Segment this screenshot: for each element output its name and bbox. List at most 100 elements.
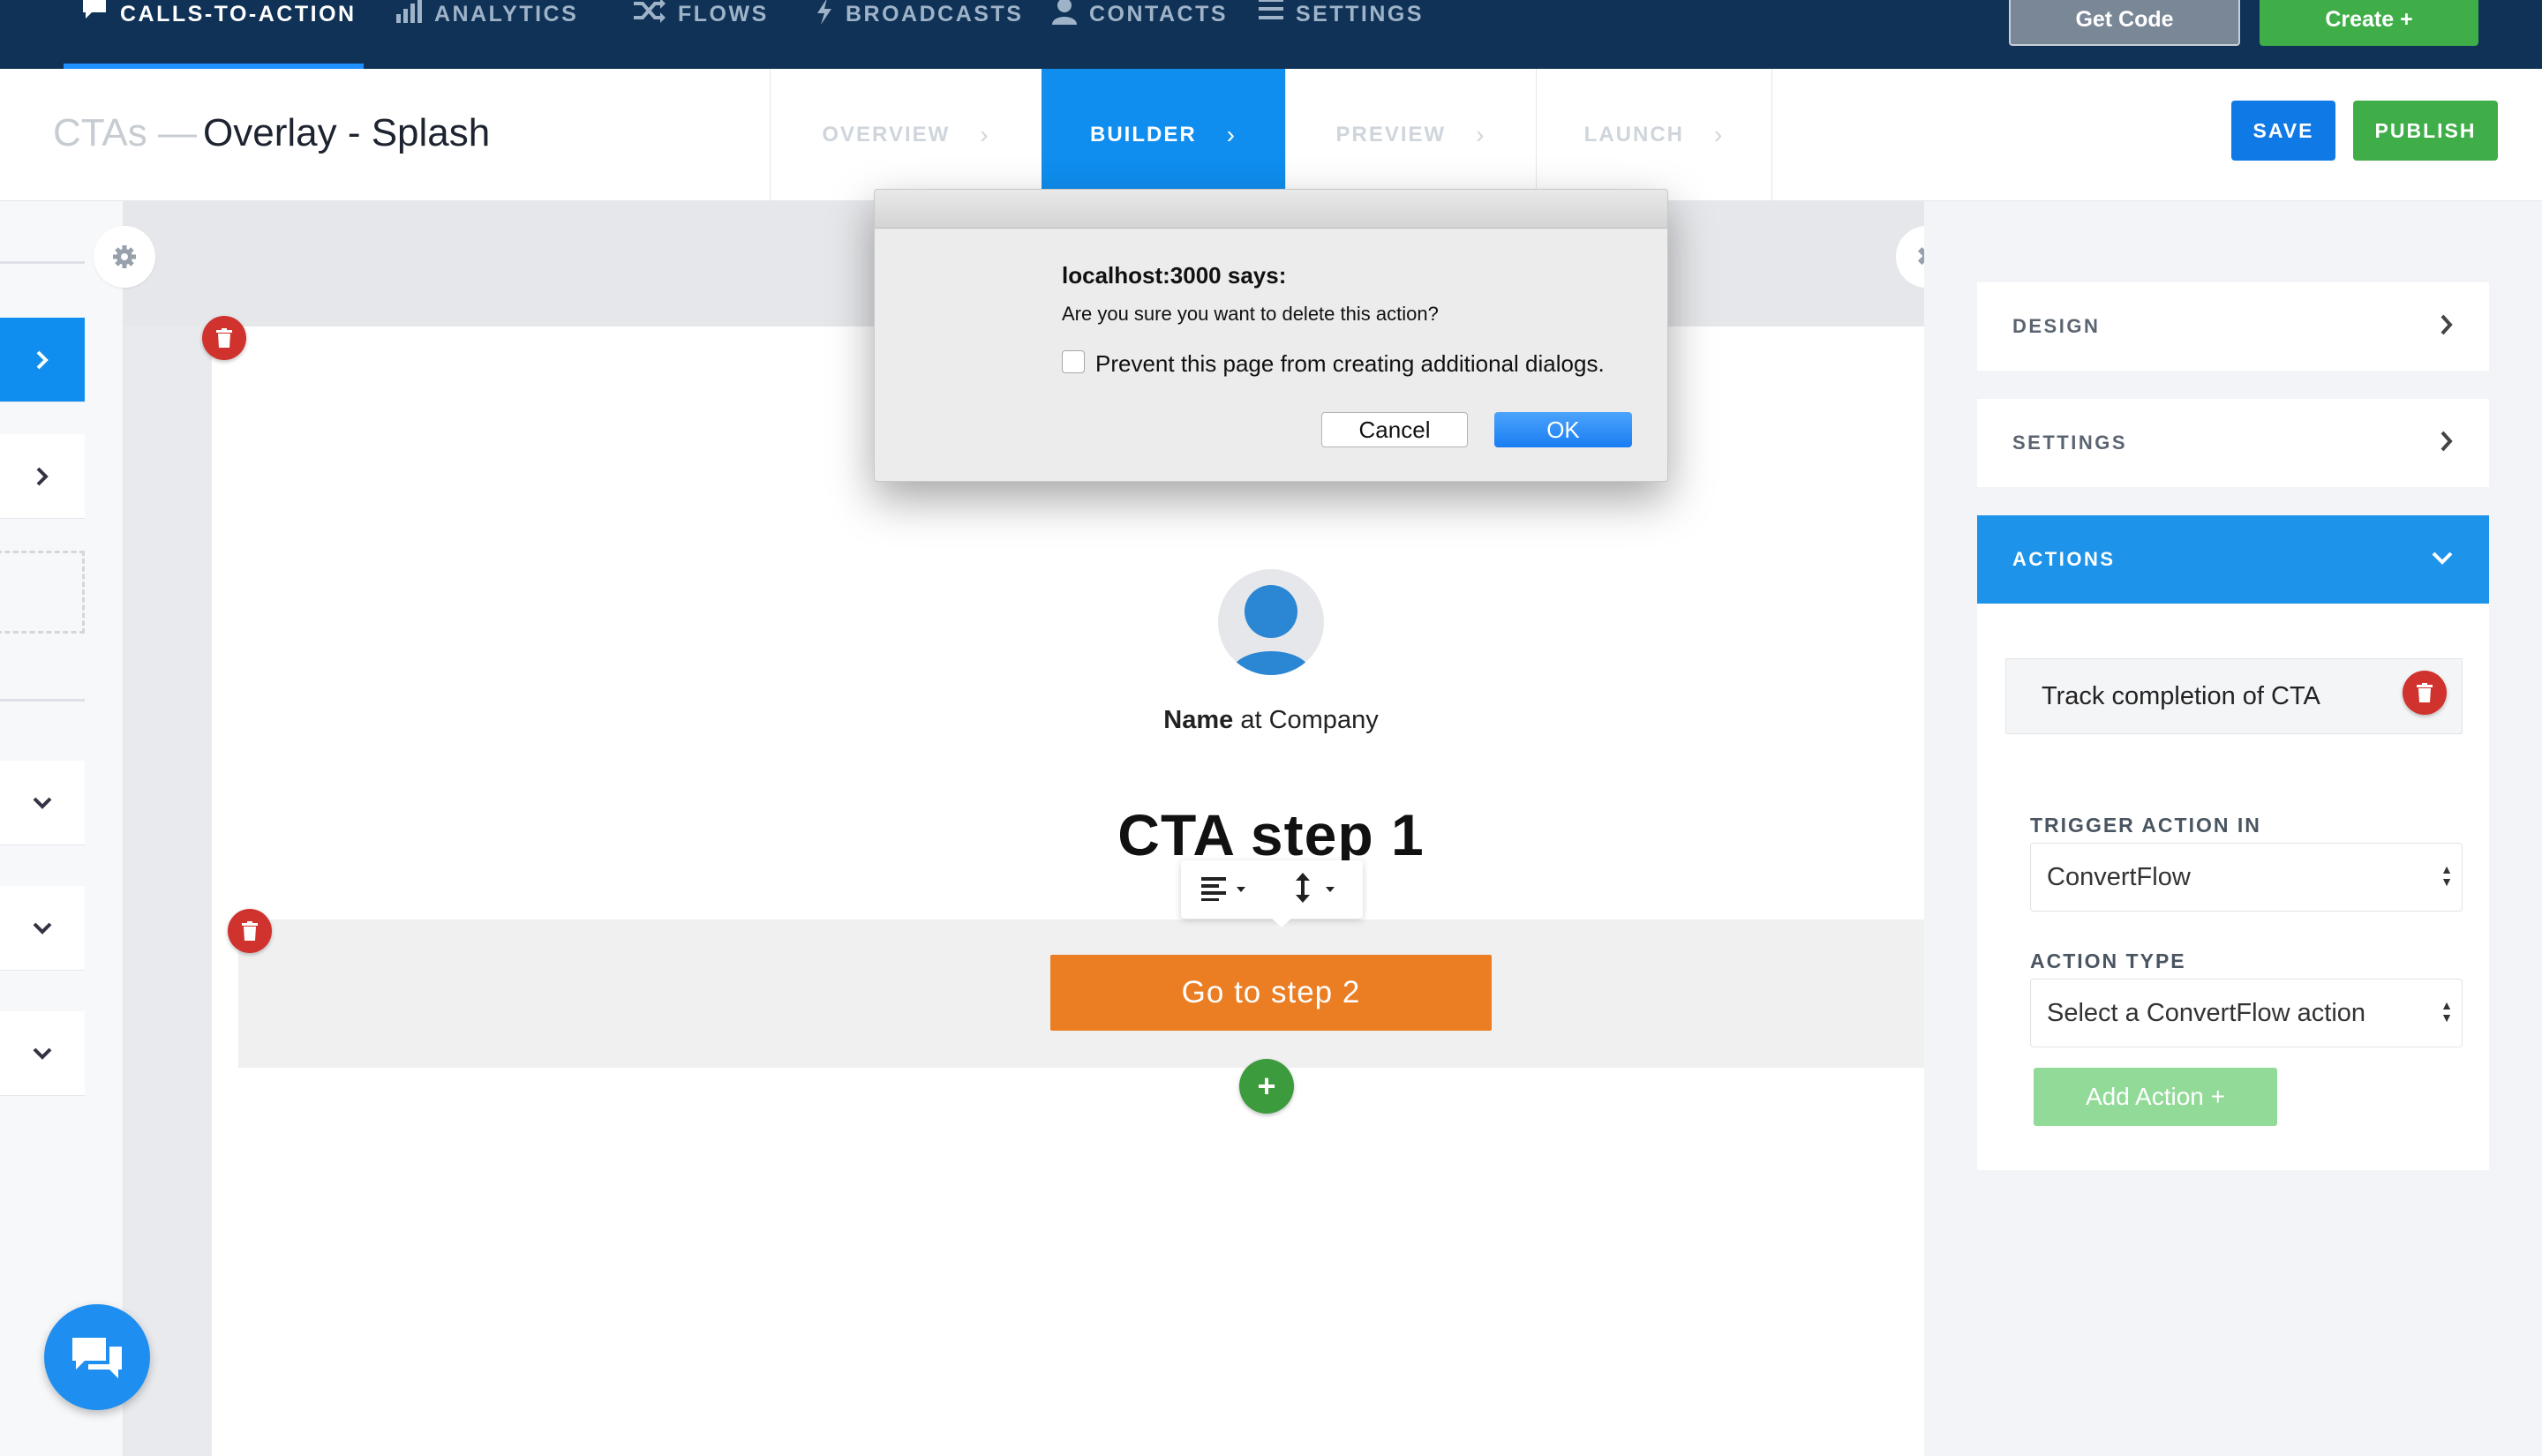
trash-icon [216,328,232,348]
speech-bubble-icon [83,0,106,19]
chat-bubbles-icon [72,1338,122,1378]
gear-icon [113,245,136,268]
get-code-button[interactable]: Get Code [2009,0,2240,46]
bar-chart-icon [396,0,422,23]
chevron-right-icon: › [1476,121,1486,148]
panel-section-design[interactable]: DESIGN [1977,282,2489,371]
step-label: OVERVIEW [822,123,951,146]
builder-header: CTAs — Overlay - Splash OVERVIEW › BUILDE… [0,69,2542,201]
chevron-right-icon: › [1226,121,1237,148]
select-value: ConvertFlow [2047,862,2191,891]
chevron-right-icon: › [1714,121,1725,148]
action-item-track-completion[interactable]: Track completion of CTA [2005,658,2463,734]
trigger-action-select[interactable]: ConvertFlow ▲ ▼ [2030,843,2463,912]
shuffle-icon [634,0,666,23]
sidebar-collapse-button-2[interactable] [0,886,85,971]
go-to-step-2-button[interactable]: Go to step 2 [1050,955,1492,1031]
chevron-down-icon [33,797,52,809]
panel-section-label: ACTIONS [2012,548,2116,570]
ok-button[interactable]: OK [1494,412,1632,447]
chevron-right-icon [36,350,49,369]
nav-label: CALLS-TO-ACTION [120,2,357,26]
nav-calls-to-action[interactable]: CALLS-TO-ACTION [81,0,357,69]
panel-section-label: SETTINGS [2012,432,2128,454]
person-icon [1230,585,1312,675]
action-item-label: Track completion of CTA [2042,681,2320,710]
trigger-action-label: TRIGGER ACTION IN [2030,814,2261,837]
sidebar-expand-button-1[interactable] [0,318,85,402]
sidebar-divider [0,261,85,264]
delete-action-button[interactable] [2403,671,2447,715]
line-height-dropdown[interactable] [1292,872,1343,907]
create-button[interactable]: Create + [2260,0,2478,46]
nav-flows[interactable]: FLOWS [634,0,769,69]
chevron-down-icon [33,922,52,934]
chevron-right-icon [2440,314,2453,335]
cta-heading[interactable]: CTA step 1 [971,801,1571,868]
confirm-dialog: localhost:3000 says: Are you sure you wa… [874,189,1668,482]
nav-analytics[interactable]: ANALYTICS [395,0,578,69]
avatar [1218,569,1324,675]
name-company-text: Name at Company [971,706,1571,735]
select-arrows-icon: ▲ ▼ [2440,998,2453,1024]
nav-label: BROADCASTS [846,2,1024,26]
step-tab-launch[interactable]: LAUNCH › [1536,69,1772,201]
nav-label: CONTACTS [1089,2,1229,26]
chevron-right-icon [36,467,49,485]
step-label: LAUNCH [1583,123,1684,146]
select-arrows-icon: ▲ ▼ [2440,862,2453,889]
chevron-right-icon [2440,431,2453,452]
text-format-toolbar [1181,860,1363,927]
sidebar-collapse-button-3[interactable] [0,1011,85,1096]
save-button[interactable]: SAVE [2231,101,2335,161]
menu-icon [1259,0,1283,19]
delete-section-button[interactable] [228,909,272,953]
prevent-dialogs-label[interactable]: Prevent this page from creating addition… [1095,350,1605,378]
person-icon [1052,0,1077,25]
canvas-settings-button[interactable] [94,226,155,288]
page-title: Overlay - Splash [203,111,491,154]
trash-icon [242,921,258,941]
nav-label: ANALYTICS [434,2,579,26]
cta-card [212,326,1924,1456]
step-label: BUILDER [1090,123,1197,146]
breadcrumb-root[interactable]: CTAs — [53,111,197,155]
action-type-label: ACTION TYPE [2030,949,2186,972]
sidebar-divider [0,699,85,702]
sidebar-expand-button-2[interactable] [0,434,85,519]
panel-section-label: DESIGN [2012,315,2101,337]
action-type-select[interactable]: Select a ConvertFlow action ▲ ▼ [2030,979,2463,1047]
name-text: Name [1163,706,1234,734]
nav-contacts[interactable]: CONTACTS [1052,0,1228,69]
align-dropdown[interactable] [1200,874,1252,905]
step-tab-overview[interactable]: OVERVIEW › [770,69,1042,201]
company-text: at Company [1233,706,1379,734]
add-action-button[interactable]: Add Action + [2034,1068,2277,1126]
cancel-button[interactable]: Cancel [1321,412,1468,447]
nav-broadcasts[interactable]: BROADCASTS [816,0,1023,69]
sidebar-collapse-button-1[interactable] [0,761,85,845]
publish-button[interactable]: PUBLISH [2353,101,2498,161]
arrows-vertical-icon [1295,872,1335,903]
step-tab-builder[interactable]: BUILDER › [1042,69,1285,201]
dialog-title: localhost:3000 says: [1062,262,1287,289]
step-tab-preview[interactable]: PREVIEW › [1285,69,1536,201]
chevron-down-icon [33,1047,52,1060]
dialog-message: Are you sure you want to delete this act… [1062,303,1439,325]
prevent-dialogs-checkbox[interactable] [1062,350,1085,373]
dialog-titlebar[interactable] [875,190,1667,229]
step-label: PREVIEW [1335,123,1447,146]
add-element-button[interactable]: + [1239,1059,1294,1114]
panel-section-actions[interactable]: ACTIONS [1977,515,2489,604]
top-nav: CALLS-TO-ACTION ANALYTICS FLOWS BROADCAS… [0,0,2542,69]
chevron-right-icon: › [980,121,990,148]
sidebar-drop-zone[interactable] [0,551,85,634]
chat-support-button[interactable] [44,1304,150,1410]
delete-step-button[interactable] [202,316,246,360]
nav-label: SETTINGS [1296,2,1425,26]
lightning-icon [817,0,831,25]
nav-settings[interactable]: SETTINGS [1259,0,1424,69]
panel-section-settings[interactable]: SETTINGS [1977,399,2489,487]
select-value: Select a ConvertFlow action [2047,998,2366,1027]
trash-icon [2417,683,2433,702]
